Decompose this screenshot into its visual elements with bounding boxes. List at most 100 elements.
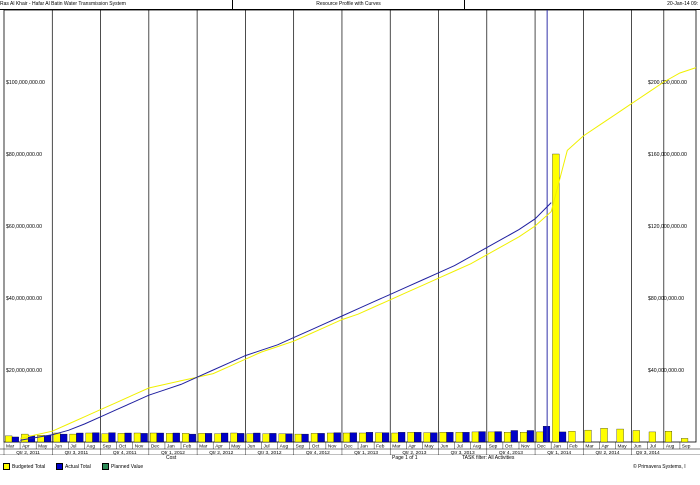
month-tick-label: Jul <box>650 444 656 450</box>
bar-budgeted-total <box>664 431 673 443</box>
actual-cumulative-curve <box>20 202 552 441</box>
bar-actual-total <box>76 432 84 443</box>
bar-budgeted-total <box>182 433 190 443</box>
month-tick-label: Jan <box>360 444 368 450</box>
right-axis-tick-label: $200,000,000.00 <box>648 80 687 86</box>
bar-budgeted-total <box>391 432 399 443</box>
cost-label: Cost <box>166 455 177 461</box>
month-tick-label: Apr <box>215 444 223 450</box>
month-tick-label: Jun <box>441 444 449 450</box>
bar-actual-total <box>156 432 164 443</box>
bar-budgeted-total <box>294 433 302 443</box>
report-header: Ras Al Khair - Hafar Al Batin Water Tran… <box>0 0 700 10</box>
bar-budgeted-total <box>439 432 447 443</box>
bar-actual-total <box>205 433 213 443</box>
month-tick-label: Jul <box>263 444 269 450</box>
bar-budgeted-total <box>552 153 560 443</box>
month-tick-label: Jun <box>247 444 255 450</box>
bar-actual-total <box>301 433 309 443</box>
bar-budgeted-total <box>262 433 270 443</box>
project-title: Ras Al Khair - Hafar Al Batin Water Tran… <box>0 1 126 7</box>
bar-budgeted-total <box>101 433 109 443</box>
bar-actual-total <box>398 432 406 443</box>
month-tick-label: May <box>618 444 628 450</box>
month-tick-label: Jul <box>457 444 463 450</box>
bar-budgeted-total <box>632 430 640 443</box>
bar-budgeted-total <box>149 432 158 443</box>
month-tick-label: Nov <box>521 444 530 450</box>
bar-actual-total <box>542 426 551 443</box>
month-tick-label: Dec <box>344 444 353 450</box>
month-tick-label: Aug <box>666 444 675 450</box>
month-tick-label: Apr <box>601 444 609 450</box>
bar-budgeted-total <box>407 432 415 443</box>
bar-budgeted-total <box>600 428 608 443</box>
bar-actual-total <box>382 432 390 443</box>
bar-budgeted-total <box>375 432 383 443</box>
legend-label-actual: Actual Total <box>65 463 91 470</box>
bar-actual-total <box>237 433 245 443</box>
bar-actual-total <box>221 432 229 443</box>
budgeted-swatch <box>3 463 10 470</box>
month-tick-label: Sep <box>489 444 498 450</box>
copyright-label: © Primavera Systems, I <box>633 464 686 470</box>
bar-actual-total <box>172 432 180 443</box>
month-tick-label: Sep <box>682 444 691 450</box>
month-tick-label: Nov <box>135 444 144 450</box>
budgeted-cumulative-curve <box>19 67 697 439</box>
bar-budgeted-total <box>133 432 141 443</box>
bar-budgeted-total <box>359 432 367 443</box>
legend-actual-total: Actual Total <box>56 463 91 470</box>
bar-actual-total <box>124 432 132 443</box>
left-axis-tick-label: $80,000,000.00 <box>6 152 42 158</box>
left-axis-tick-label: $40,000,000.00 <box>6 296 42 302</box>
month-tick-label: Sep <box>103 444 112 450</box>
bar-budgeted-total <box>504 432 512 443</box>
month-tick-label: Aug <box>280 444 289 450</box>
month-tick-label: Mar <box>199 444 208 450</box>
month-tick-label: Jun <box>634 444 642 450</box>
month-tick-label: Jan <box>553 444 561 450</box>
bar-actual-total <box>269 433 277 443</box>
bar-budgeted-total <box>343 432 351 443</box>
month-tick-label: May <box>424 444 434 450</box>
month-tick-label: Feb <box>376 444 385 450</box>
right-axis-tick-label: $120,000,000.00 <box>648 224 687 230</box>
right-axis-tick-label: $160,000,000.00 <box>648 152 687 158</box>
bar-actual-total <box>494 431 502 443</box>
bar-budgeted-total <box>278 433 286 443</box>
left-axis-tick-label: $60,000,000.00 <box>6 224 42 230</box>
bar-budgeted-total <box>230 432 238 443</box>
plot-frame <box>3 10 697 443</box>
bar-budgeted-total <box>326 432 335 443</box>
month-tick-label: Jan <box>167 444 175 450</box>
resource-profile-chart: $20,000,000.00 $40,000,000.00 $60,000,000.… <box>0 10 700 455</box>
month-tick-label: Feb <box>569 444 578 450</box>
bar-budgeted-total <box>310 433 318 443</box>
month-tick-label: Sep <box>296 444 305 450</box>
bar-actual-total <box>108 432 116 443</box>
bar-actual-total <box>510 430 518 443</box>
actual-swatch <box>56 463 63 470</box>
month-tick-label: Aug <box>473 444 482 450</box>
bar-budgeted-total <box>487 431 495 443</box>
bar-actual-total <box>559 431 567 443</box>
bar-budgeted-total <box>536 431 544 443</box>
bar-budgeted-total <box>69 433 77 443</box>
legend-budgeted-total: Budgeted Total <box>3 463 45 470</box>
month-tick-label: May <box>231 444 241 450</box>
month-tick-label: May <box>38 444 48 450</box>
bar-budgeted-total <box>214 433 222 443</box>
month-tick-label: Oct <box>312 444 320 450</box>
month-tick-label: Feb <box>183 444 192 450</box>
bar-actual-total <box>60 433 68 443</box>
left-axis-tick-label: $20,000,000.00 <box>6 368 42 374</box>
bar-budgeted-total <box>85 432 93 443</box>
bar-budgeted-total <box>246 433 254 443</box>
legend-planned-value: Planned Value <box>102 463 143 470</box>
bar-actual-total <box>285 433 293 443</box>
bar-actual-total <box>253 432 261 443</box>
month-tick-label: Apr <box>22 444 30 450</box>
bar-actual-total <box>446 432 454 443</box>
month-tick-label: Jun <box>54 444 62 450</box>
